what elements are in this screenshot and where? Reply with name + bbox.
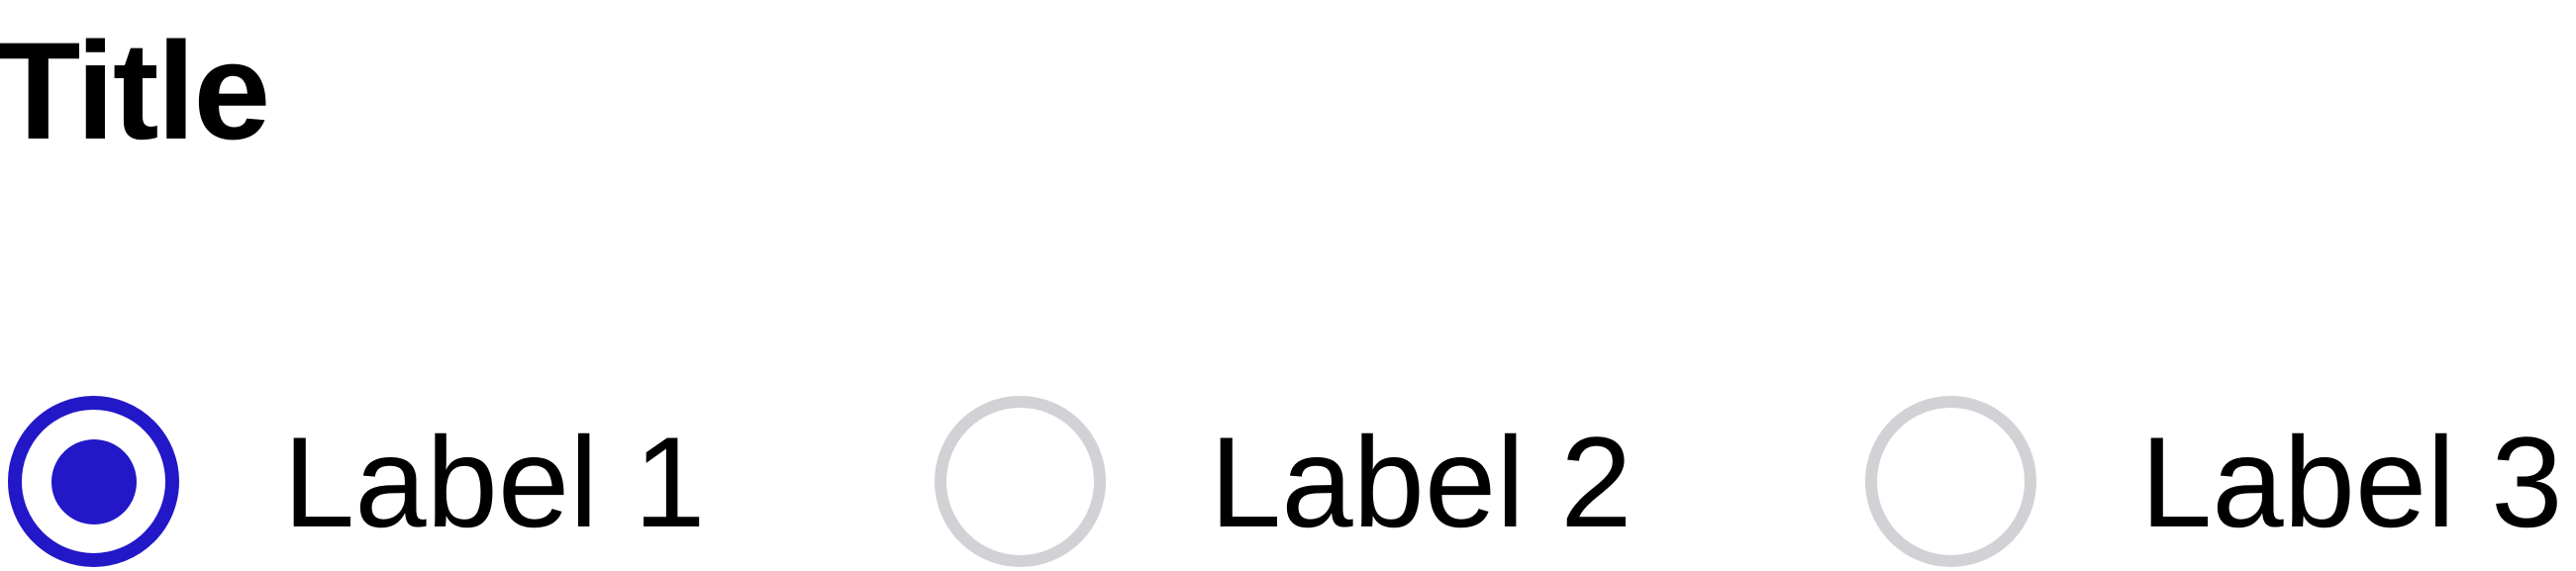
radio-button-unselected[interactable] (935, 396, 1106, 567)
radio-button-unselected[interactable] (1865, 396, 2036, 567)
radio-group-title: Title (0, 13, 270, 168)
radio-button-selected[interactable] (8, 396, 179, 567)
radio-option-2[interactable]: Label 2 (935, 396, 1633, 567)
radio-label[interactable]: Label 2 (1210, 418, 1633, 546)
radio-dot (50, 438, 137, 524)
radio-option-1[interactable]: Label 1 (8, 396, 706, 567)
radio-label[interactable]: Label 3 (2140, 418, 2563, 546)
radio-option-3[interactable]: Label 3 (1865, 396, 2563, 567)
radio-label[interactable]: Label 1 (283, 418, 706, 546)
